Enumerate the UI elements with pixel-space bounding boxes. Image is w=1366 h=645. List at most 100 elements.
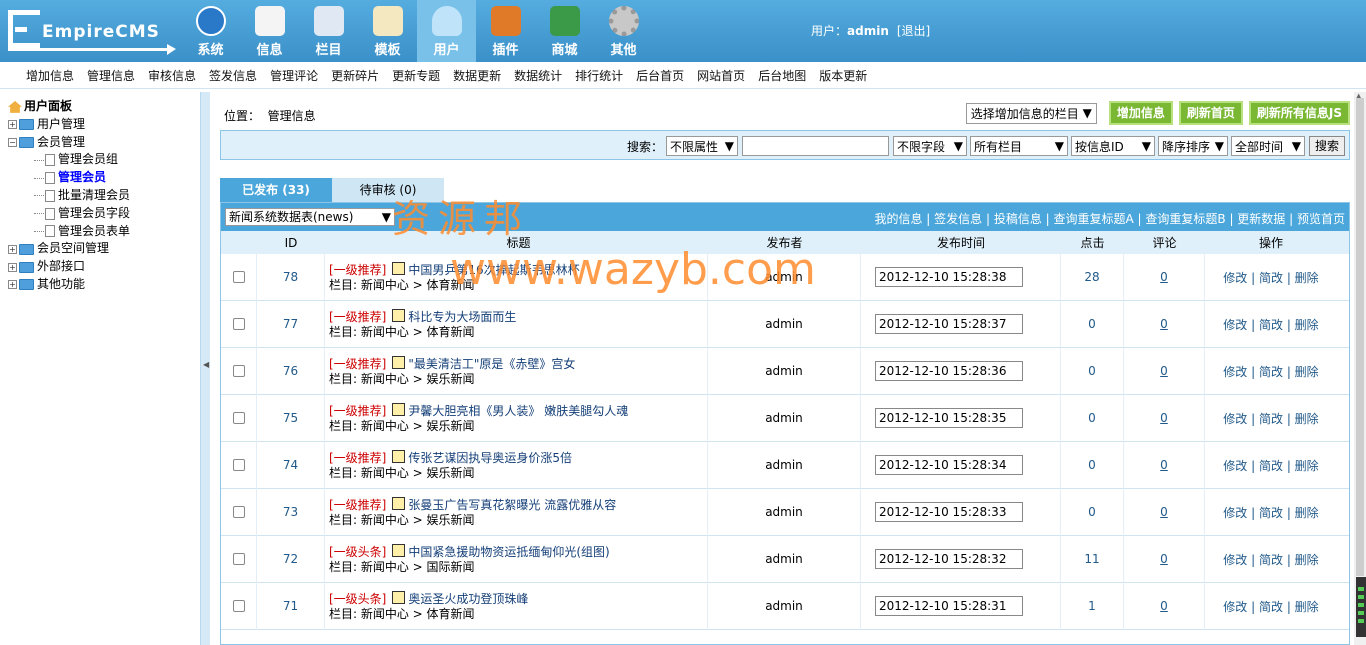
subnav-item[interactable]: 后台地图 bbox=[752, 67, 812, 84]
field-select[interactable]: 不限字段 ▼ bbox=[892, 136, 967, 156]
sidebar-item[interactable]: 管理会员字段 bbox=[8, 205, 130, 223]
scroll-thumb[interactable] bbox=[1356, 98, 1364, 576]
search-button[interactable]: 搜索 bbox=[1308, 136, 1345, 156]
order-by-select[interactable]: 按信息ID ▼ bbox=[1070, 136, 1155, 156]
topnav-globe[interactable]: 系统 bbox=[181, 0, 240, 62]
topnav-template[interactable]: 模板 bbox=[358, 0, 417, 62]
topnav-user[interactable]: 用户 bbox=[417, 0, 476, 62]
row-checkbox[interactable] bbox=[232, 271, 245, 283]
edit-doc-icon[interactable] bbox=[392, 261, 406, 275]
row-time-field[interactable]: 2012-12-10 15:28:32 bbox=[875, 549, 1023, 569]
vertical-scrollbar[interactable]: ▲ bbox=[1354, 92, 1366, 645]
delete-link[interactable]: 删除 bbox=[1295, 365, 1319, 379]
refresh-home-button[interactable]: 刷新首页 bbox=[1178, 101, 1243, 125]
row-title[interactable]: 尹馨大胆亮相《男人装》 嫩肤美腿勾人魂 bbox=[408, 404, 628, 418]
collapse-icon[interactable]: − bbox=[8, 137, 17, 147]
search-input[interactable] bbox=[741, 136, 889, 156]
row-time-field[interactable]: 2012-12-10 15:28:37 bbox=[875, 314, 1023, 334]
subnav-item[interactable]: 审核信息 bbox=[142, 67, 202, 84]
expand-icon[interactable]: + bbox=[8, 280, 17, 290]
quick-edit-link[interactable]: 简改 bbox=[1259, 553, 1283, 567]
row-checkbox[interactable] bbox=[232, 506, 245, 518]
subnav-item[interactable]: 版本更新 bbox=[813, 67, 873, 84]
row-time-field[interactable]: 2012-12-10 15:28:33 bbox=[875, 502, 1023, 522]
delete-link[interactable]: 删除 bbox=[1295, 600, 1319, 614]
topnav-document-edit[interactable]: 信息 bbox=[240, 0, 299, 62]
tab-published[interactable]: 已发布 (33) bbox=[220, 178, 332, 202]
delete-link[interactable]: 删除 bbox=[1295, 459, 1319, 473]
add-info-button[interactable]: 增加信息 bbox=[1108, 101, 1173, 125]
table-header-link[interactable]: 投稿信息 bbox=[994, 212, 1042, 226]
row-checkbox[interactable] bbox=[232, 412, 245, 424]
collapse-arrow-icon[interactable]: ◀ bbox=[203, 360, 209, 369]
data-table-select[interactable]: 新闻系统数据表(news) ▼ bbox=[225, 208, 395, 226]
edit-link[interactable]: 修改 bbox=[1223, 365, 1247, 379]
topnav-shop-card[interactable]: 商城 bbox=[535, 0, 594, 62]
quick-edit-link[interactable]: 简改 bbox=[1259, 600, 1283, 614]
delete-link[interactable]: 删除 bbox=[1295, 271, 1319, 285]
subnav-item[interactable]: 数据统计 bbox=[508, 67, 568, 84]
edit-doc-icon[interactable] bbox=[392, 496, 406, 510]
table-header-link[interactable]: 预览首页 bbox=[1297, 212, 1345, 226]
row-time-field[interactable]: 2012-12-10 15:28:35 bbox=[875, 408, 1023, 428]
edit-doc-icon[interactable] bbox=[392, 355, 406, 369]
expand-icon[interactable]: + bbox=[8, 262, 17, 272]
subnav-item[interactable]: 数据更新 bbox=[447, 67, 507, 84]
subnav-item[interactable]: 网站首页 bbox=[691, 67, 751, 84]
sidebar-item[interactable]: + 用户管理 bbox=[8, 116, 130, 134]
row-comments-link[interactable]: 0 bbox=[1160, 270, 1168, 284]
row-comments-link[interactable]: 0 bbox=[1160, 411, 1168, 425]
row-comments-link[interactable]: 0 bbox=[1160, 458, 1168, 472]
row-comments-link[interactable]: 0 bbox=[1160, 599, 1168, 613]
row-time-field[interactable]: 2012-12-10 15:28:36 bbox=[875, 361, 1023, 381]
order-select[interactable]: 降序排序 ▼ bbox=[1157, 136, 1228, 156]
row-time-field[interactable]: 2012-12-10 15:28:34 bbox=[875, 455, 1023, 475]
quick-edit-link[interactable]: 简改 bbox=[1259, 412, 1283, 426]
edit-doc-icon[interactable] bbox=[392, 308, 406, 322]
topnav-gear[interactable]: 其他 bbox=[594, 0, 653, 62]
subnav-item[interactable]: 排行统计 bbox=[569, 67, 629, 84]
row-checkbox[interactable] bbox=[232, 459, 245, 471]
row-comments-link[interactable]: 0 bbox=[1160, 317, 1168, 331]
row-comments-link[interactable]: 0 bbox=[1160, 505, 1168, 519]
table-header-link[interactable]: 查询重复标题A bbox=[1054, 212, 1134, 226]
row-checkbox[interactable] bbox=[232, 365, 245, 377]
column-select[interactable]: 选择增加信息的栏目 ▼ bbox=[965, 102, 1097, 124]
row-time-field[interactable]: 2012-12-10 15:28:38 bbox=[875, 267, 1023, 287]
sidebar-item[interactable]: + 其他功能 bbox=[8, 276, 130, 294]
edit-doc-icon[interactable] bbox=[392, 543, 406, 557]
quick-edit-link[interactable]: 简改 bbox=[1259, 365, 1283, 379]
edit-link[interactable]: 修改 bbox=[1223, 459, 1247, 473]
subnav-item[interactable]: 后台首页 bbox=[630, 67, 690, 84]
quick-edit-link[interactable]: 简改 bbox=[1259, 271, 1283, 285]
subnav-item[interactable]: 管理信息 bbox=[81, 67, 141, 84]
quick-edit-link[interactable]: 简改 bbox=[1259, 459, 1283, 473]
sidebar-item[interactable]: + 外部接口 bbox=[8, 258, 130, 276]
delete-link[interactable]: 删除 bbox=[1295, 318, 1319, 332]
row-checkbox[interactable] bbox=[232, 318, 245, 330]
edit-doc-icon[interactable] bbox=[392, 449, 406, 463]
table-header-link[interactable]: 我的信息 bbox=[874, 212, 922, 226]
row-time-field[interactable]: 2012-12-10 15:28:31 bbox=[875, 596, 1023, 616]
row-checkbox[interactable] bbox=[232, 553, 245, 565]
logout-link[interactable]: [退出] bbox=[897, 24, 930, 38]
delete-link[interactable]: 删除 bbox=[1295, 553, 1319, 567]
row-comments-link[interactable]: 0 bbox=[1160, 364, 1168, 378]
quick-edit-link[interactable]: 简改 bbox=[1259, 506, 1283, 520]
table-header-link[interactable]: 查询重复标题B bbox=[1145, 212, 1225, 226]
sidebar-item[interactable]: 管理会员表单 bbox=[8, 223, 130, 241]
quick-edit-link[interactable]: 简改 bbox=[1259, 318, 1283, 332]
row-title[interactable]: 张曼玉广告写真花絮曝光 流露优雅从容 bbox=[408, 498, 616, 512]
edit-link[interactable]: 修改 bbox=[1223, 412, 1247, 426]
edit-link[interactable]: 修改 bbox=[1223, 600, 1247, 614]
row-title[interactable]: 奥运圣火成功登顶珠峰 bbox=[408, 592, 528, 606]
edit-link[interactable]: 修改 bbox=[1223, 506, 1247, 520]
sidebar-item[interactable]: + 会员空间管理 bbox=[8, 240, 130, 258]
subnav-item[interactable]: 签发信息 bbox=[203, 67, 263, 84]
table-header-link[interactable]: 签发信息 bbox=[934, 212, 982, 226]
row-title[interactable]: 传张艺谋因执导奥运身价涨5倍 bbox=[408, 451, 572, 465]
sidebar-item[interactable]: − 会员管理 bbox=[8, 134, 130, 152]
row-title[interactable]: 中国紧急援助物资运抵缅甸仰光(组图) bbox=[408, 545, 609, 559]
subnav-item[interactable]: 更新碎片 bbox=[325, 67, 385, 84]
edit-doc-icon[interactable] bbox=[392, 402, 406, 416]
